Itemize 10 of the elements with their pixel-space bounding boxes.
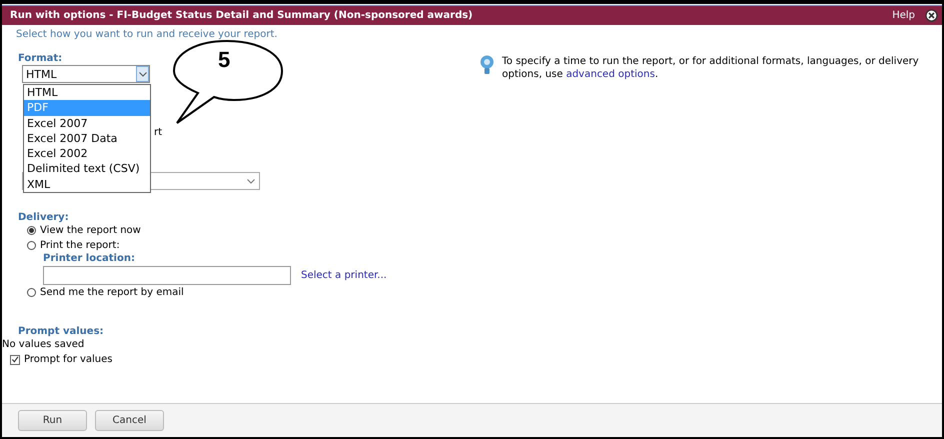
prompt-status-text: No values saved — [2, 339, 86, 350]
window-title: Run with options - FI-Budget Status Detail and Summary (Non-sponsored awards) — [10, 10, 474, 21]
option-text: rt — [154, 127, 162, 138]
callout-number: 5 — [218, 47, 230, 73]
prompt-values-label: Prompt values: — [18, 326, 105, 337]
delivery-label: Delivery: — [18, 212, 70, 223]
format-label: Format: — [18, 53, 62, 64]
tip-text: To specify a time to run the report, or for additional formats, languages, or delivery options, use advanced options. — [502, 55, 920, 81]
instruction-text: Select how you want to run and receive your report. — [16, 29, 278, 40]
printer-location-label: Printer location: — [43, 253, 136, 264]
